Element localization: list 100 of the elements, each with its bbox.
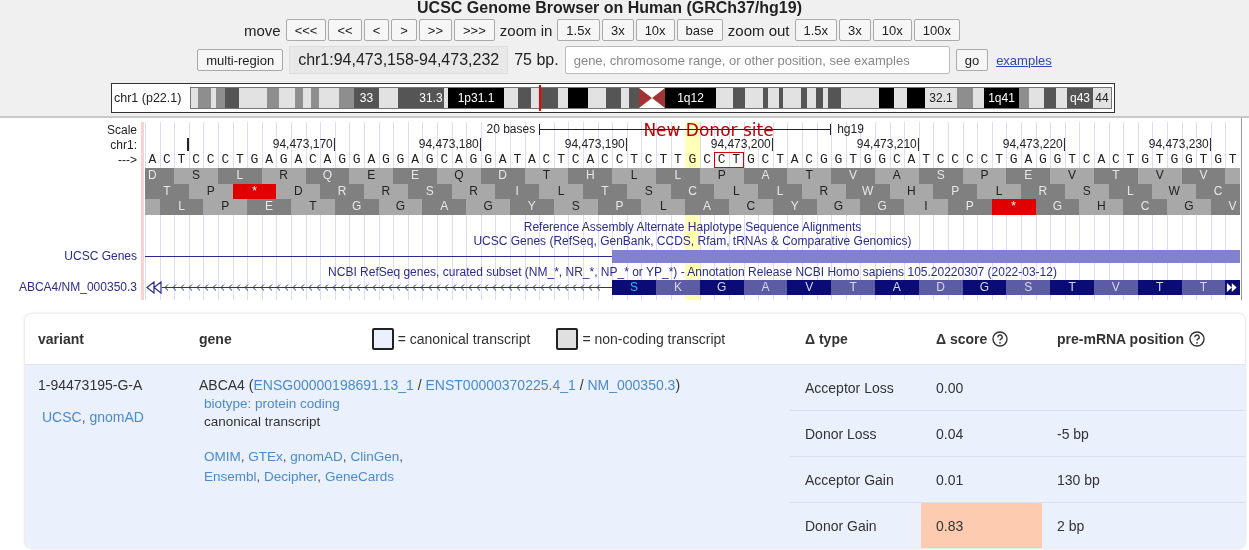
gene-bar[interactable] — [612, 249, 1240, 263]
zoom-in-button[interactable]: 3x — [601, 19, 634, 41]
boxed-bases: CT — [714, 152, 744, 168]
strand-label: ---> — [118, 153, 137, 167]
scale-span: 20 bases — [486, 123, 536, 136]
chromosome-band: 31.3 — [418, 88, 444, 108]
amino-acid: A — [685, 199, 729, 215]
variant-links: UCSC, gnomAD — [41, 409, 145, 425]
track-label[interactable]: UCSC Genes — [64, 249, 137, 263]
chromosome-label: chr1 (p22.1) — [114, 91, 183, 105]
move-button[interactable]: >> — [418, 19, 452, 41]
chromosome-band — [629, 88, 639, 108]
ruler-label: 94,473,170 — [272, 138, 335, 151]
chromosome-band — [1056, 88, 1067, 108]
chromosome-label: chr1: — [110, 138, 137, 152]
exon-codon: V — [787, 279, 832, 295]
amino-acid: L — [655, 168, 700, 184]
chromosome-band — [716, 88, 733, 108]
ruler-label: 94,473,220 — [1002, 138, 1065, 151]
move-button[interactable]: <<< — [285, 19, 327, 41]
dna-sequence: GCTACGGTGGCATCCCCTGAGGTCACTGTGGTGT — [745, 152, 1240, 168]
stop-codon: * — [991, 199, 1036, 215]
chromosome-band — [339, 88, 354, 108]
amino-acid: S — [918, 168, 963, 184]
region-size: 75 bp. — [514, 51, 559, 69]
zoom-out-button[interactable]: 1.5x — [794, 19, 838, 41]
multi-region-button[interactable]: multi-region — [197, 49, 284, 71]
chromosome-band — [398, 88, 418, 108]
amino-acid: G — [334, 199, 379, 215]
exon-codon: A — [874, 279, 919, 295]
legend-label: = non-coding transcript — [582, 331, 726, 347]
double-left-arrow-icon — [146, 280, 162, 294]
amino-acid: A — [422, 199, 467, 215]
exon-codon: G — [699, 279, 744, 295]
exon-codon: K — [656, 279, 700, 295]
chromosome-band: 33 — [354, 88, 379, 108]
highlighted-base: G — [687, 152, 700, 168]
amino-acid: L — [159, 199, 204, 215]
legend-swatch — [556, 328, 579, 350]
exon-codon: T — [1137, 279, 1182, 295]
exon-codon: A — [743, 279, 788, 295]
move-button[interactable]: < — [363, 19, 390, 41]
score-cell-text: 0.01 — [935, 470, 965, 490]
amino-acid: T — [1093, 168, 1138, 184]
double-right-arrow-icon — [1225, 279, 1240, 295]
track-heading: Reference Assembly Alternate Haplotype Sequence Alignments — [523, 219, 862, 234]
search-field[interactable]: gene, chromosome range, or other position, see examples — [564, 46, 950, 74]
chromosome-band — [379, 88, 398, 108]
exon-codon: G — [962, 279, 1007, 295]
type-cell: Donor Loss — [805, 425, 877, 442]
variant-id: 1-94473195-G-A — [38, 377, 144, 393]
exon-codon: T — [831, 279, 875, 295]
zoom-in-button[interactable]: 10x — [635, 19, 675, 41]
zoom-out-button[interactable]: 10x — [872, 19, 912, 41]
column-header: Δ type — [805, 331, 848, 347]
track-heading: NCBI RefSeq genes, curated subset (NM_*, NR_*, NP_* or YP_*) - Annotation Release NCBI Homo sapiens 105.20220307 (2022-03-12) — [328, 264, 1057, 279]
zoom-out-button[interactable]: 3x — [839, 19, 871, 41]
position-cell: 2 bp — [1057, 517, 1085, 534]
amino-acid: V — [831, 168, 875, 184]
gene-title: ABCA4 (ENSG00000198691.13_1 / ENST00000370225.4_1 / NM_000350.3) — [199, 377, 682, 393]
chromosome-band — [444, 88, 448, 108]
score-cell-text: 0.04 — [935, 424, 965, 444]
amino-acid: E — [247, 199, 291, 215]
position-cell: -5 bp — [1057, 425, 1089, 442]
move-label: move — [243, 21, 282, 39]
ruler-label: 94,473,200 — [710, 138, 773, 151]
zoom-in-button[interactable]: base — [676, 19, 723, 41]
amino-acid: E — [393, 168, 437, 184]
chromosome-band — [907, 88, 925, 108]
amino-acid: D — [145, 168, 175, 184]
help-icon[interactable] — [1189, 331, 1206, 347]
exon-codon: S — [612, 279, 656, 295]
help-icon[interactable] — [992, 331, 1009, 347]
move-button[interactable]: >>> — [454, 19, 495, 41]
amino-acid: C — [1123, 199, 1167, 215]
amino-acid: H — [568, 168, 613, 184]
position-marker — [539, 85, 541, 111]
assembly-label: hg19 — [837, 123, 864, 136]
examples-link[interactable]: examples — [996, 52, 1052, 68]
zoom-in-button[interactable]: 1.5x — [557, 19, 600, 41]
column-header: Δ score — [936, 331, 988, 347]
chromosome-ideogram[interactable]: chr1 (p22.1) 33 31.3 1p31.1 1q12 32.1 1q41 q43 44 — [111, 83, 1115, 113]
chromosome-band: 1q12 — [665, 88, 716, 108]
zoom-out-button[interactable]: 100x — [913, 19, 960, 41]
track-label[interactable]: ABCA4/NM_000350.3 — [18, 280, 137, 294]
chromosome-band — [504, 88, 518, 108]
type-cell: Donor Gain — [805, 517, 877, 534]
centromere-icon — [639, 88, 665, 108]
move-button[interactable]: << — [328, 19, 362, 41]
page-title: UCSC Genome Browser on Human (GRCh37/hg19) — [417, 0, 802, 16]
amino-acid: P — [597, 199, 642, 215]
amino-acid: V — [1181, 168, 1226, 184]
move-button[interactable]: > — [391, 19, 417, 41]
ruler-label: 94,473,180 — [418, 138, 481, 151]
ruler-tick — [187, 138, 189, 151]
column-header: gene — [199, 331, 232, 347]
ruler-label: 94,473,230 — [1148, 138, 1211, 151]
go-button[interactable]: go — [955, 49, 989, 71]
legend-swatch — [371, 328, 394, 350]
amino-acid: D — [480, 168, 525, 184]
